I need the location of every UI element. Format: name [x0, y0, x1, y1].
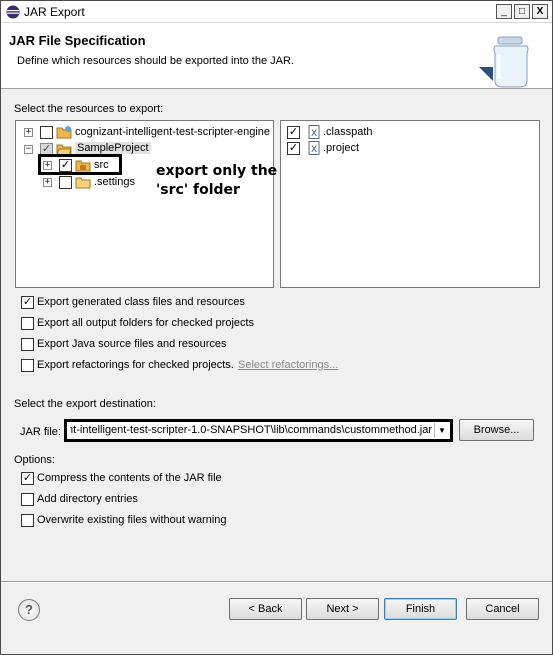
option-label: Compress the contents of the JAR file: [37, 472, 222, 484]
maximize-button[interactable]: □: [514, 4, 530, 19]
option-label: Overwrite existing files without warning: [37, 514, 227, 526]
jar-file-value: cognizant-intelligent-test-scripter-1.0-…: [70, 424, 432, 436]
annotation-text: export only the 'src' folder: [156, 162, 277, 200]
option-checkbox[interactable]: ✓: [21, 296, 34, 309]
resource-tree[interactable]: + cognizant-intelligent-test-scripter-en…: [15, 120, 274, 288]
file-label[interactable]: .classpath: [323, 126, 373, 138]
tree-item-label[interactable]: cognizant-intelligent-test-scripter-engi…: [75, 126, 270, 138]
cancel-button[interactable]: Cancel: [466, 598, 539, 620]
annotation-line: 'src' folder: [156, 182, 240, 198]
option-label: Export all output folders for checked pr…: [37, 317, 255, 329]
title-bar[interactable]: JAR Export _ □ X: [1, 1, 552, 23]
destination-label: Select the export destination:: [14, 398, 156, 410]
option-label: Export generated class files and resourc…: [37, 296, 245, 308]
file-checkbox[interactable]: ✓: [287, 142, 300, 155]
option-label: Export refactorings for checked projects…: [37, 359, 234, 371]
tree-checkbox[interactable]: [40, 126, 53, 139]
tree-checkbox[interactable]: [59, 176, 72, 189]
tree-expander[interactable]: +: [24, 128, 33, 137]
annotation-line: export only the: [156, 163, 278, 179]
option-checkbox[interactable]: [21, 317, 34, 330]
select-refactorings-link[interactable]: Select refactorings...: [238, 359, 338, 371]
footer-separator: [1, 581, 552, 583]
jar-file-combo[interactable]: cognizant-intelligent-test-scripter-1.0-…: [64, 419, 453, 442]
option-label: Add directory entries: [37, 493, 138, 505]
close-button[interactable]: X: [532, 4, 548, 19]
file-checkbox[interactable]: ✓: [287, 126, 300, 139]
next-button[interactable]: Next >: [306, 598, 379, 620]
svg-text:X: X: [311, 129, 317, 139]
tree-expander[interactable]: +: [43, 178, 52, 187]
eclipse-icon: [6, 5, 20, 19]
file-label[interactable]: .project: [323, 142, 359, 154]
tree-item-label[interactable]: .settings: [94, 176, 135, 188]
browse-button[interactable]: Browse...: [459, 419, 534, 441]
header-banner: JAR File Specification Define which reso…: [1, 23, 552, 89]
tree-item-label[interactable]: SampleProject: [75, 142, 151, 154]
option-checkbox[interactable]: ✓: [21, 472, 34, 485]
xml-file-icon: X: [308, 125, 320, 139]
resources-label: Select the resources to export:: [14, 103, 164, 115]
chevron-down-icon[interactable]: ▼: [434, 423, 449, 438]
jar-icon: [479, 36, 529, 88]
file-list[interactable]: ✓ X .classpath ✓ X .project: [280, 120, 540, 288]
xml-file-icon: X: [308, 141, 320, 155]
page-title: JAR File Specification: [9, 33, 146, 48]
options-label: Options:: [14, 454, 55, 466]
help-button[interactable]: ?: [18, 599, 40, 621]
option-checkbox[interactable]: [21, 493, 34, 506]
folder-icon: [75, 177, 91, 189]
option-checkbox[interactable]: [21, 514, 34, 527]
page-description: Define which resources should be exporte…: [17, 55, 294, 67]
option-checkbox[interactable]: [21, 338, 34, 351]
minimize-button[interactable]: _: [496, 4, 512, 19]
jar-file-label: JAR file:: [20, 426, 61, 438]
tree-expander[interactable]: −: [24, 145, 33, 154]
jar-export-dialog: JAR Export _ □ X JAR File Specification …: [0, 0, 553, 655]
annotation-highlight-box: [38, 154, 122, 175]
finish-button[interactable]: Finish: [384, 598, 457, 620]
option-checkbox[interactable]: [21, 359, 34, 372]
back-button[interactable]: < Back: [229, 598, 302, 620]
jar-file-input[interactable]: cognizant-intelligent-test-scripter-1.0-…: [70, 424, 432, 436]
svg-text:X: X: [311, 145, 317, 155]
project-folder-icon: [56, 126, 72, 139]
window-title: JAR Export: [24, 5, 85, 19]
option-label: Export Java source files and resources: [37, 338, 227, 350]
